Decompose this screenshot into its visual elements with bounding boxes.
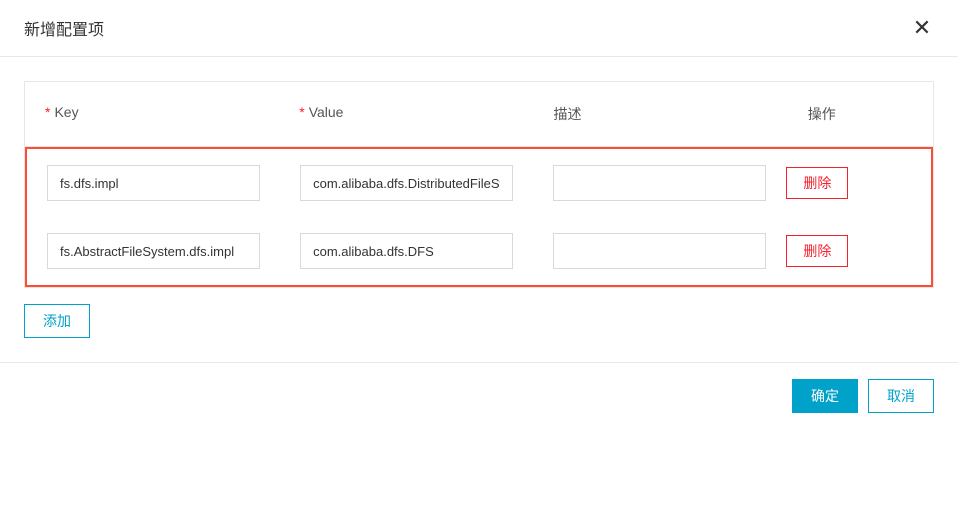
table-row: 删除: [27, 149, 931, 217]
config-table: *Key *Value 描述 操作: [24, 81, 934, 288]
value-input[interactable]: [300, 233, 513, 269]
header-description: 描述: [533, 82, 787, 146]
description-input[interactable]: [553, 165, 766, 201]
modal-title: 新增配置项: [24, 16, 104, 40]
table-header: *Key *Value 描述 操作: [25, 82, 933, 147]
modal-footer: 确定 取消: [0, 362, 958, 429]
description-input[interactable]: [553, 233, 766, 269]
confirm-button[interactable]: 确定: [792, 379, 858, 413]
cancel-button[interactable]: 取消: [868, 379, 934, 413]
value-input[interactable]: [300, 165, 513, 201]
close-button[interactable]: ✕: [910, 16, 934, 40]
required-mark: *: [299, 104, 304, 120]
key-input[interactable]: [47, 233, 260, 269]
table-row: 删除: [27, 217, 931, 285]
close-icon: ✕: [913, 17, 931, 39]
delete-button[interactable]: 删除: [786, 167, 848, 199]
header-value: *Value: [279, 82, 533, 146]
header-action: 操作: [788, 82, 933, 146]
delete-button[interactable]: 删除: [786, 235, 848, 267]
add-button[interactable]: 添加: [24, 304, 90, 338]
required-mark: *: [45, 104, 50, 120]
header-key: *Key: [25, 82, 279, 146]
key-input[interactable]: [47, 165, 260, 201]
rows-highlight: 删除 删除: [25, 147, 933, 287]
